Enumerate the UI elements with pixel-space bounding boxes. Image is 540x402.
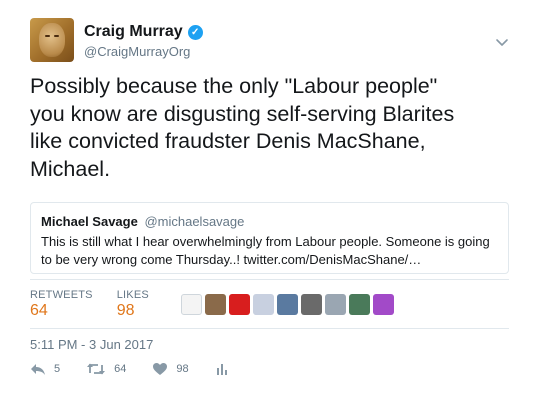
likes-value: 98: [116, 301, 135, 319]
likes-stat[interactable]: LIKES 98: [117, 289, 149, 320]
quoted-tweet-header: Michael Savage @michaelsavage: [41, 213, 498, 230]
tweet-card: Craig Murray ✓ @CraigMurrayOrg Possibly …: [0, 0, 540, 402]
author-block: Craig Murray ✓ @CraigMurrayOrg: [84, 22, 203, 59]
reply-button[interactable]: 5: [30, 362, 60, 376]
author-avatar[interactable]: [30, 18, 74, 62]
author-handle[interactable]: @CraigMurrayOrg: [84, 44, 203, 59]
retweet-button[interactable]: 64: [86, 362, 126, 376]
avatar-face: [39, 23, 65, 57]
avatar-sunset-icon[interactable]: [204, 293, 226, 315]
tweet-actions: 5 64 98: [30, 362, 255, 376]
quoted-author-handle: @michaelsavage: [144, 214, 245, 229]
avatar-flag-icon[interactable]: [252, 293, 274, 315]
tweet-timestamp[interactable]: 5:11 PM - 3 Jun 2017: [30, 337, 153, 352]
heart-icon: [152, 362, 168, 376]
avatar-people-icon[interactable]: [300, 293, 322, 315]
quoted-author-name: Michael Savage: [41, 214, 138, 229]
tweet-text: Possibly because the only "Labour people…: [30, 74, 455, 181]
avatar-green-icon[interactable]: [348, 293, 370, 315]
retweets-stat[interactable]: RETWEETS 64: [30, 289, 93, 320]
avatar-sketch-icon[interactable]: [180, 293, 202, 315]
tweet-stats: RETWEETS 64 LIKES 98: [30, 279, 509, 329]
retweet-icon: [86, 362, 106, 376]
analytics-icon: [215, 362, 229, 376]
author-name-row: Craig Murray ✓: [84, 22, 203, 42]
avatar-default-icon[interactable]: [324, 293, 346, 315]
avatar-purple-icon[interactable]: [372, 293, 394, 315]
like-button[interactable]: 98: [152, 362, 189, 376]
author-display-name[interactable]: Craig Murray: [84, 23, 183, 41]
avatar-map-icon[interactable]: [276, 293, 298, 315]
reply-count: 5: [54, 363, 61, 375]
quoted-tweet-text: This is still what I hear overwhelmingly…: [41, 234, 490, 267]
avatar-eye-left: [45, 35, 50, 37]
verified-badge-icon: ✓: [187, 24, 203, 40]
likes-label: LIKES: [116, 288, 149, 301]
retweets-value: 64: [30, 301, 48, 319]
reply-icon: [30, 362, 46, 376]
quoted-tweet[interactable]: Michael Savage @michaelsavage This is st…: [30, 202, 509, 274]
avatar-red-icon[interactable]: [228, 293, 250, 315]
chevron-down-icon[interactable]: [494, 34, 510, 50]
like-count: 98: [176, 363, 189, 375]
retweet-count: 64: [114, 363, 127, 375]
analytics-button[interactable]: [215, 362, 229, 376]
avatar-eye-right: [54, 35, 59, 37]
retweets-label: RETWEETS: [30, 288, 93, 301]
liker-avatars: [180, 293, 394, 315]
